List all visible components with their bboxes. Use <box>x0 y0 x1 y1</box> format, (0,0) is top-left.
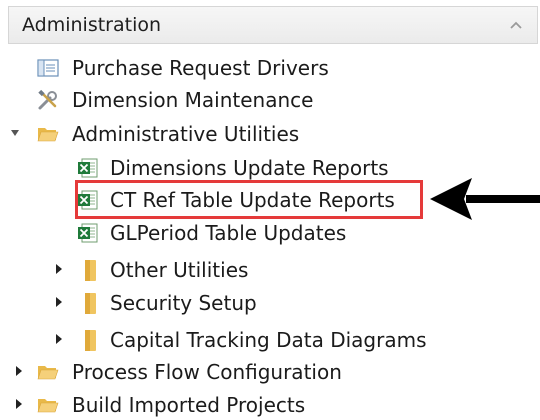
folder-open-icon <box>36 122 60 146</box>
tree-item-label: Dimensions Update Reports <box>110 156 389 180</box>
excel-icon <box>76 221 100 245</box>
arrow-left-icon <box>430 178 540 220</box>
expand-down-icon[interactable] <box>8 125 22 141</box>
tree-item-build-imported-projects[interactable]: Build Imported Projects <box>12 390 372 420</box>
tree-item-label: Build Imported Projects <box>72 393 306 417</box>
excel-icon <box>76 156 100 180</box>
form-list-icon <box>37 59 59 77</box>
expand-right-icon[interactable] <box>52 331 66 347</box>
tree-item-label: GLPeriod Table Updates <box>110 221 347 245</box>
tree-item-label: Capital Tracking Data Diagrams <box>110 328 427 352</box>
folder-icon <box>78 258 102 282</box>
tree-item-security-setup[interactable]: Security Setup <box>52 288 352 318</box>
tree-item-glperiod-table-updates[interactable]: GLPeriod Table Updates <box>76 218 416 248</box>
expand-right-icon[interactable] <box>12 396 26 412</box>
tree-item-administrative-utilities[interactable]: Administrative Utilities <box>8 119 348 149</box>
highlight-box <box>75 180 423 219</box>
tree-item-label: Administrative Utilities <box>72 122 300 146</box>
folder-open-icon <box>36 360 60 384</box>
tree-item-process-flow-configuration[interactable]: Process Flow Configuration <box>12 357 372 387</box>
tools-icon <box>38 89 57 110</box>
tree-item-other-utilities[interactable]: Other Utilities <box>52 255 352 285</box>
expand-right-icon[interactable] <box>52 294 66 310</box>
tree-item-purchase-request-drivers[interactable]: Purchase Request Drivers <box>36 53 356 83</box>
tree-item-label: Security Setup <box>110 291 257 315</box>
tree-item-label: Purchase Request Drivers <box>72 56 329 80</box>
tree-item-capital-tracking-data-diagrams[interactable]: Capital Tracking Data Diagrams <box>52 325 452 355</box>
tree-item-label: Other Utilities <box>110 258 249 282</box>
expand-right-icon[interactable] <box>12 363 26 379</box>
tree-item-dimension-maintenance[interactable]: Dimension Maintenance <box>36 85 356 115</box>
folder-open-icon <box>36 393 60 417</box>
folder-icon <box>78 328 102 352</box>
tree-item-dimensions-update-reports[interactable]: Dimensions Update Reports <box>76 153 416 183</box>
expand-right-icon[interactable] <box>52 261 66 277</box>
folder-icon <box>78 291 102 315</box>
tree-item-label: Process Flow Configuration <box>72 360 342 384</box>
tree-item-label: Dimension Maintenance <box>72 88 314 112</box>
